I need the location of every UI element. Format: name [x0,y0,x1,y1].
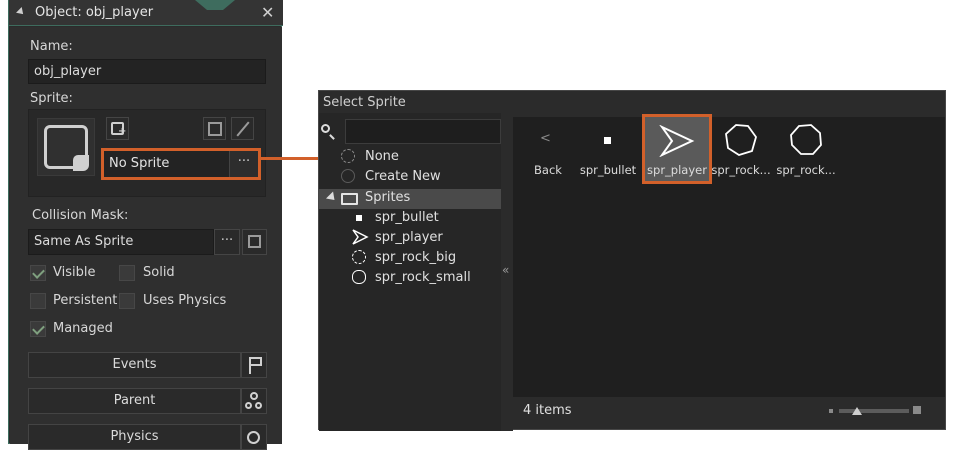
tree-item-spr-player[interactable]: spr_player [375,230,443,245]
new-sprite-button[interactable]: + [106,117,129,140]
asset-grid: < Back spr_bullet spr_player spr_rock...… [513,114,945,427]
rock-small-icon [352,270,366,284]
physics-icon-button[interactable] [241,424,267,450]
sprite-select[interactable]: No Sprite ··· [101,148,261,180]
tree-folder-sprites[interactable]: Sprites [319,189,501,209]
hierarchy-icon [250,392,258,400]
hierarchy-child-left [245,402,252,409]
search-icon[interactable] [321,124,335,140]
sprite-label: Sprite: [30,91,73,106]
hierarchy-child-right [255,402,262,409]
collision-browse-button[interactable]: ··· [214,229,240,255]
object-titlebar[interactable]: Object: obj_player ✕ [9,0,283,26]
pane-splitter[interactable]: « [501,113,513,431]
flag-cloth [251,357,262,366]
name-field[interactable]: obj_player [28,59,266,84]
rock-small-icon [790,124,822,155]
search-input[interactable] [345,119,501,144]
tree-item-spr-bullet[interactable]: spr_bullet [375,210,439,225]
back-arrow-icon: < [540,131,551,146]
bullet-icon [356,215,362,221]
edit-image-icon [208,122,222,136]
grid-item-label: spr_bullet [579,163,637,177]
window-title: Object: obj_player [35,5,154,20]
parent-icon-button[interactable] [241,388,267,414]
persistent-checkbox[interactable] [30,293,46,309]
collapse-pane-icon[interactable]: « [502,263,509,277]
tree-item-spr-rock-small[interactable]: spr_rock_small [375,270,471,285]
grid-item-label: spr_rock... [776,163,836,177]
brush-icon [236,121,250,137]
player-triangle-icon [659,125,695,157]
collision-select[interactable]: Same As Sprite [28,229,214,255]
grid-item-spr-player[interactable]: spr_player [642,114,712,184]
zoom-in-icon[interactable] [913,406,921,414]
rock-big-icon [725,124,757,156]
events-button[interactable]: Events [28,352,241,378]
zoom-slider[interactable] [839,409,909,413]
rock-big-icon [352,250,366,264]
managed-checkbox[interactable] [30,321,46,337]
brush-button[interactable] [231,117,254,140]
physics-button[interactable]: Physics [28,424,241,450]
collision-edit-button[interactable] [242,229,267,255]
grid-item-spr-rock-big[interactable]: spr_rock... [706,117,776,179]
status-bar: 4 items [513,397,945,427]
player-triangle-icon [352,229,369,245]
events-icon-button[interactable] [241,352,267,378]
zoom-slider-thumb[interactable] [852,407,862,415]
folder-expand-icon[interactable] [325,191,339,204]
sprite-box: + No Sprite ··· [28,109,266,197]
plus-icon: + [118,126,127,137]
grid-item-spr-rock-small[interactable]: spr_rock... [771,117,841,179]
item-count: 4 items [523,403,572,418]
name-label: Name: [30,39,73,54]
zoom-out-icon[interactable] [829,409,833,413]
none-icon [341,149,355,163]
dock-notch [195,0,235,10]
object-body: Name: obj_player Sprite: + No Sprite ···… [10,27,282,450]
atom-icon [247,431,260,444]
sprite-browse-button[interactable]: ··· [229,151,258,177]
collision-label: Collision Mask: [32,208,129,223]
create-new-icon [341,169,355,183]
persistent-label: Persistent [53,293,118,308]
managed-label: Managed [53,321,113,336]
select-sprite-dialog: Select Sprite None Create New Sprites sp… [318,90,946,431]
tree-item-create-new[interactable]: Create New [365,169,441,184]
visible-checkbox[interactable] [30,265,46,281]
page-curl-icon [73,155,89,171]
tree-item-spr-rock-big[interactable]: spr_rock_big [375,250,456,265]
visible-label: Visible [53,265,96,280]
folder-label: Sprites [365,190,411,205]
solid-checkbox[interactable] [119,265,135,281]
grid-item-spr-bullet[interactable]: spr_bullet [573,117,643,179]
dialog-title: Select Sprite [323,95,406,110]
tree-pane: None Create New Sprites spr_bullet spr_p… [319,113,501,431]
edit-image-button[interactable] [203,117,226,140]
edit-mask-icon [248,235,261,248]
collapse-icon[interactable] [16,7,26,17]
object-editor-panel: Object: obj_player ✕ Name: obj_player Sp… [8,0,283,450]
tree-item-none[interactable]: None [365,149,399,164]
parent-button[interactable]: Parent [28,388,241,414]
grid-item-label: spr_player [647,163,707,177]
uses-physics-label: Uses Physics [143,293,227,308]
close-icon[interactable]: ✕ [261,3,274,22]
sprite-thumbnail[interactable] [37,118,95,176]
grid-item-label: spr_rock... [711,163,771,177]
solid-label: Solid [143,265,175,280]
bullet-icon [604,137,611,144]
uses-physics-checkbox[interactable] [119,293,135,309]
sprite-value: No Sprite [109,156,170,171]
folder-icon [341,193,358,205]
